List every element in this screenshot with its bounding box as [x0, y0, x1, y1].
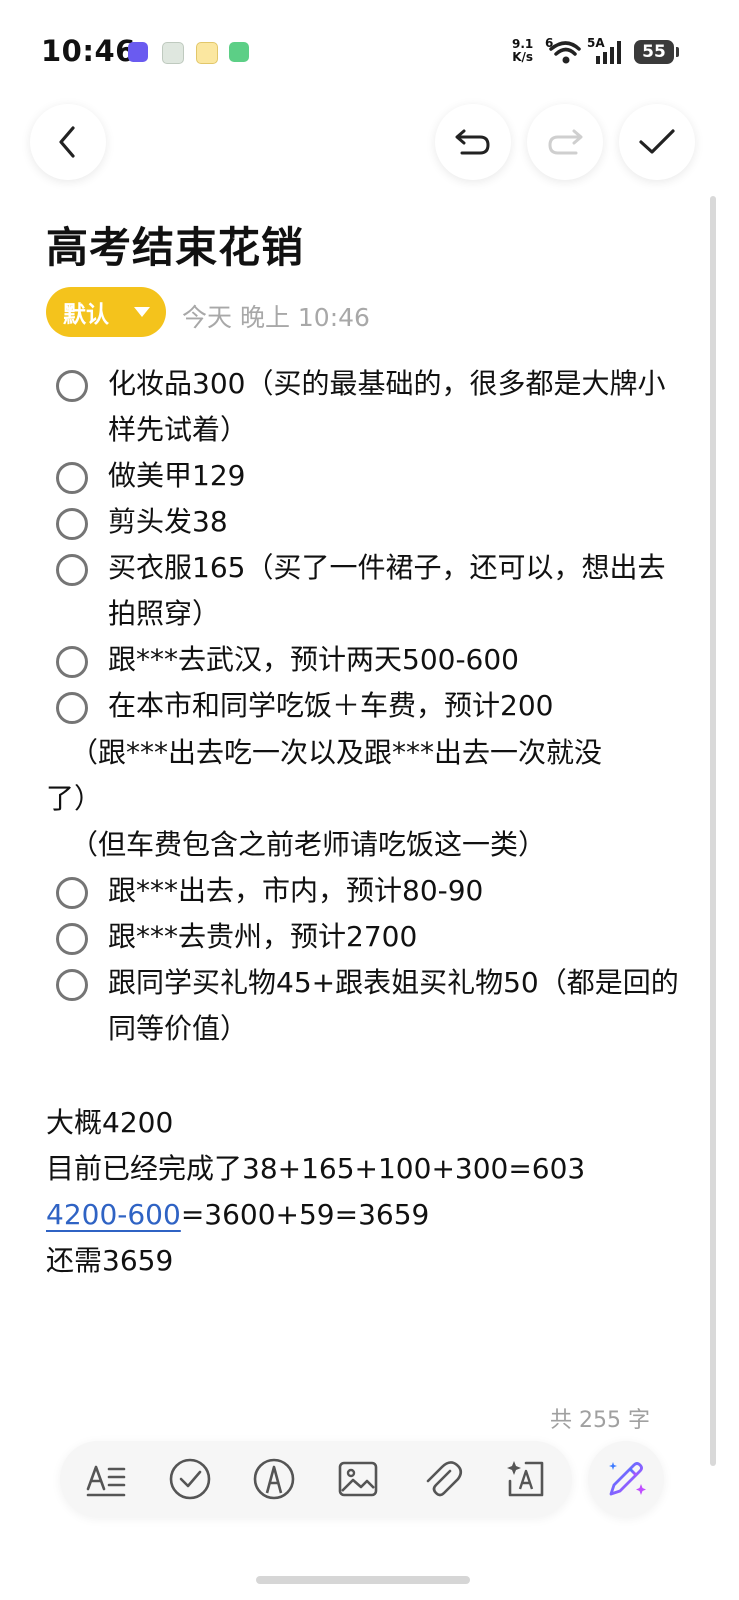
- back-button[interactable]: [30, 104, 106, 180]
- attachment-button[interactable]: [418, 1455, 466, 1503]
- notification-note-icon: [196, 42, 218, 64]
- summary-line: 4200-600=3600+59=3659: [46, 1192, 429, 1238]
- notification-chat-icon: [162, 42, 184, 64]
- checkbox-icon[interactable]: [56, 508, 88, 540]
- summary-text[interactable]: =3600+59=3659: [181, 1198, 430, 1231]
- pen-tip-icon: [253, 1458, 295, 1500]
- paperclip-icon: [426, 1461, 463, 1497]
- category-label: 默认: [63, 302, 109, 328]
- clock: 10:46: [41, 34, 136, 68]
- note-text-line[interactable]: （跟***出去吃一次以及跟***出去一次就没: [70, 730, 710, 776]
- checkbox-icon[interactable]: [56, 462, 88, 494]
- summary-line[interactable]: 目前已经完成了38+165+100+300=603: [46, 1146, 585, 1192]
- checklist-item-text[interactable]: 化妆品300（买的最基础的，很多都是大牌小样先试着）: [108, 361, 688, 453]
- undo-button[interactable]: [435, 104, 511, 180]
- handwriting-button[interactable]: [250, 1455, 298, 1503]
- checkbox-icon[interactable]: [56, 923, 88, 955]
- checklist-item-text[interactable]: 在本市和同学吃饭＋车费，预计200: [108, 683, 688, 729]
- save-done-button[interactable]: [619, 104, 695, 180]
- note-timestamp: 今天 晚上 10:46: [182, 303, 370, 332]
- ai-assistant-button[interactable]: [588, 1441, 664, 1517]
- network-speed: 9.1 K/s: [512, 38, 533, 64]
- battery-tip: [676, 47, 679, 57]
- checklist-item-text[interactable]: 剪头发38: [108, 499, 688, 545]
- notification-hash-icon: [229, 42, 249, 62]
- magic-pen-icon: [609, 1462, 646, 1496]
- checklist-item-text[interactable]: 买衣服165（买了一件裙子，还可以，想出去拍照穿）: [108, 545, 688, 637]
- ai-text-button[interactable]: [502, 1455, 550, 1503]
- checklist-item-text[interactable]: 跟***去武汉，预计两天500-600: [108, 637, 688, 683]
- note-text-line[interactable]: （但车费包含之前老师请吃饭这一类）: [70, 822, 710, 868]
- formula-link[interactable]: 4200-600: [46, 1198, 181, 1231]
- summary-line[interactable]: 还需3659: [46, 1238, 173, 1284]
- checkbox-icon[interactable]: [56, 877, 88, 909]
- redo-button[interactable]: [527, 104, 603, 180]
- checkbox-icon[interactable]: [56, 370, 88, 402]
- checklist-button[interactable]: [166, 1455, 214, 1503]
- checklist-item-text[interactable]: 跟同学买礼物45+跟表姐买礼物50（都是回的同等价值）: [108, 960, 688, 1052]
- scrollbar[interactable]: [710, 196, 716, 1466]
- status-bar: 10:46 9.1 K/s 6 5A 55: [0, 0, 739, 100]
- checkbox-icon[interactable]: [56, 646, 88, 678]
- check-circle-icon: [169, 1458, 211, 1500]
- undo-icon: [455, 129, 490, 155]
- redo-icon: [548, 129, 583, 155]
- text-format-button[interactable]: [82, 1455, 130, 1503]
- image-icon: [338, 1461, 378, 1497]
- check-icon: [639, 129, 675, 154]
- text-format-icon: [86, 1465, 126, 1497]
- word-count: 共 255 字: [550, 1408, 650, 1433]
- ai-text-scan-icon: [507, 1461, 544, 1497]
- network-speed-unit: K/s: [512, 50, 534, 64]
- battery-indicator: 55: [634, 40, 674, 64]
- chevron-down-icon: [134, 307, 150, 317]
- checkbox-icon[interactable]: [56, 554, 88, 586]
- checklist-item-text[interactable]: 做美甲129: [108, 453, 688, 499]
- chevron-left-icon: [59, 126, 75, 158]
- home-indicator[interactable]: [256, 1576, 470, 1584]
- summary-line[interactable]: 大概4200: [46, 1100, 173, 1146]
- checklist-item-text[interactable]: 跟***去贵州，预计2700: [108, 914, 688, 960]
- signal-icon: [596, 41, 621, 64]
- wifi-icon: [549, 41, 581, 64]
- checklist-item-text[interactable]: 跟***出去，市内，预计80-90: [108, 868, 688, 914]
- category-selector[interactable]: 默认: [46, 287, 166, 337]
- editor-toolbar: [60, 1441, 572, 1517]
- checkbox-icon[interactable]: [56, 692, 88, 724]
- insert-image-button[interactable]: [334, 1455, 382, 1503]
- note-text-line[interactable]: 了）: [46, 776, 102, 822]
- note-title[interactable]: 高考结束花销: [46, 214, 304, 275]
- checkbox-icon[interactable]: [56, 969, 88, 1001]
- notification-app-icon: [128, 42, 148, 62]
